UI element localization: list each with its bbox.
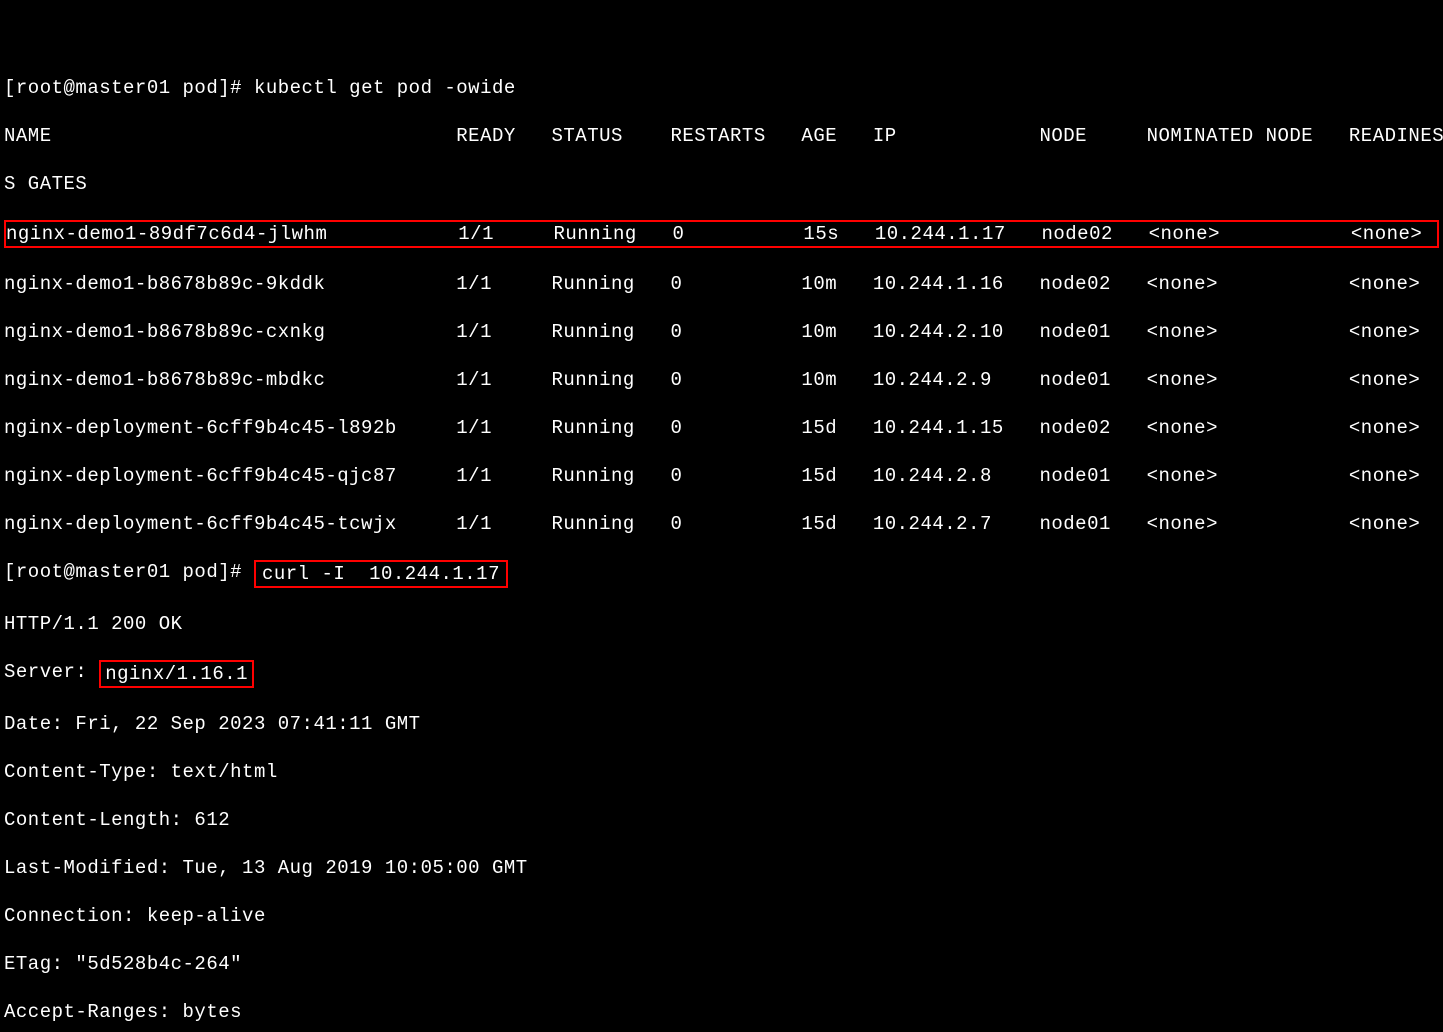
table-row: nginx-demo1-89df7c6d4-jlwhm 1/1 Running … (4, 220, 1439, 248)
table-row: nginx-deployment-6cff9b4c45-qjc87 1/1 Ru… (4, 464, 1439, 488)
prompt[interactable]: [root@master01 pod]# (4, 77, 254, 99)
terminal-line: [root@master01 pod]# kubectl get pod -ow… (4, 76, 1439, 100)
http-header: Last-Modified: Tue, 13 Aug 2019 10:05:00… (4, 856, 1439, 880)
command: curl -I 10.244.1.17 (254, 560, 508, 588)
prompt[interactable]: [root@master01 pod]# (4, 561, 254, 583)
http-header: Date: Fri, 22 Sep 2023 07:41:11 GMT (4, 712, 1439, 736)
http-header: Accept-Ranges: bytes (4, 1000, 1439, 1024)
http-header: Content-Type: text/html (4, 760, 1439, 784)
http-header: Content-Length: 612 (4, 808, 1439, 832)
http-header: ETag: "5d528b4c-264" (4, 952, 1439, 976)
table-header: NAME READY STATUS RESTARTS AGE IP NODE N… (4, 124, 1439, 148)
table-row: nginx-deployment-6cff9b4c45-l892b 1/1 Ru… (4, 416, 1439, 440)
table-row: nginx-demo1-b8678b89c-9kddk 1/1 Running … (4, 272, 1439, 296)
table-row: nginx-demo1-b8678b89c-mbdkc 1/1 Running … (4, 368, 1439, 392)
http-header: Server: nginx/1.16.1 (4, 660, 1439, 688)
server-value: nginx/1.16.1 (99, 660, 254, 688)
server-label: Server: (4, 661, 99, 683)
command: kubectl get pod -owide (254, 77, 516, 99)
http-status: HTTP/1.1 200 OK (4, 612, 1439, 636)
terminal-line: [root@master01 pod]# curl -I 10.244.1.17 (4, 560, 1439, 588)
table-header: S GATES (4, 172, 1439, 196)
table-row: nginx-demo1-b8678b89c-cxnkg 1/1 Running … (4, 320, 1439, 344)
http-header: Connection: keep-alive (4, 904, 1439, 928)
